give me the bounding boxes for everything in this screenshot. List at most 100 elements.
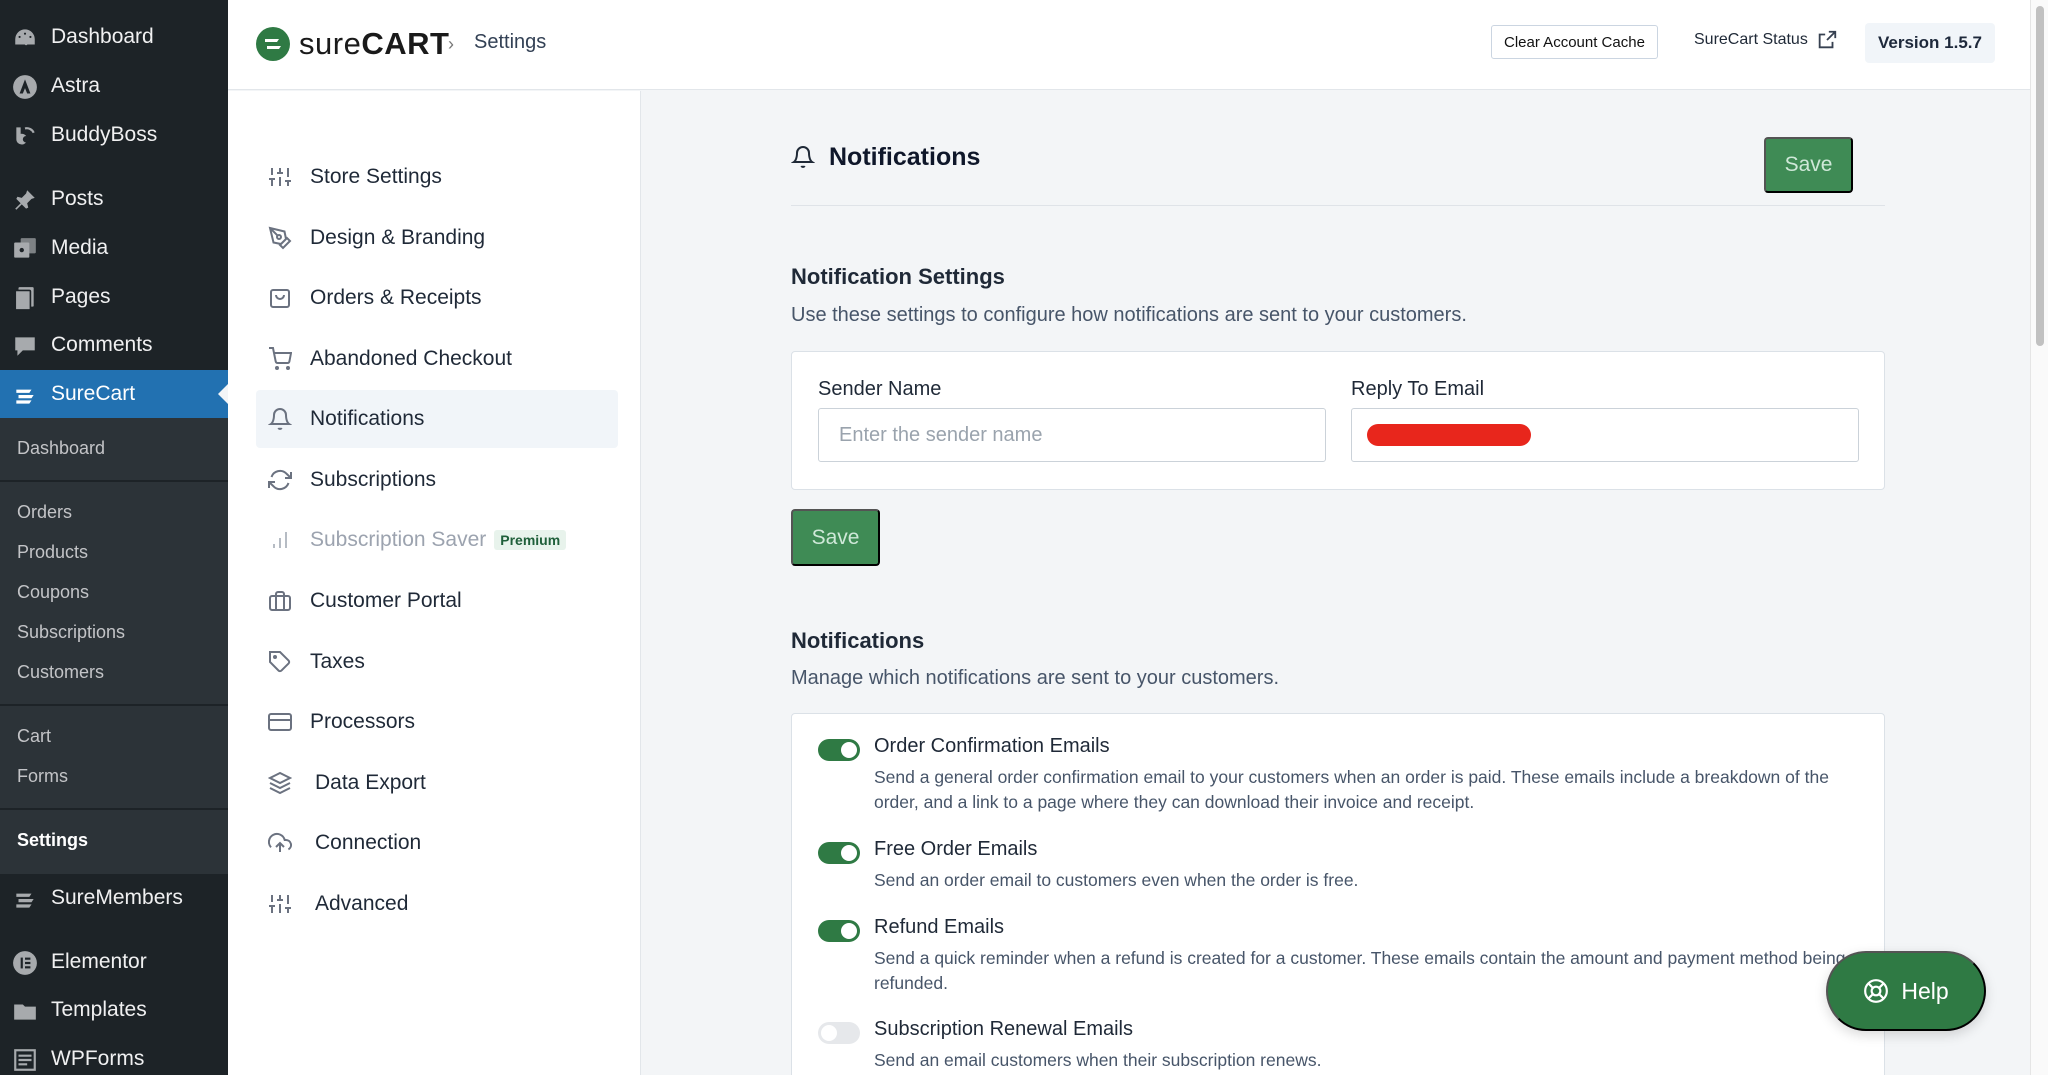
settings-nav-notifications[interactable]: Notifications [256,390,618,448]
wp-menu-label: Posts [51,187,104,210]
wp-menu-surecart[interactable]: SureCart [0,370,228,418]
comment-icon [15,337,35,356]
wp-submenu-coupons[interactable]: Coupons [17,582,89,603]
status-link-label: SureCart Status [1694,31,1808,48]
settings-nav-label: Notifications [310,407,425,430]
breadcrumb[interactable]: Settings [474,31,546,54]
briefcase-icon [269,591,291,611]
settings-nav-design-branding[interactable]: Design & Branding [256,209,618,267]
pages-icon [14,287,34,311]
clear-account-cache-button[interactable]: Clear Account Cache [1491,25,1658,59]
wp-submenu-dashboard[interactable]: Dashboard [17,438,105,459]
settings-nav-advanced[interactable]: Advanced [256,875,618,933]
page-scrollbar[interactable] [2030,0,2048,1075]
surecart-logo-icon [256,27,290,61]
pin-icon [15,190,35,210]
notification-description: Send a general order confirmation email … [874,767,1829,812]
save-button[interactable]: Save [791,509,880,566]
settings-nav-connection[interactable]: Connection [256,814,618,872]
wp-submenu-forms[interactable]: Forms [17,766,68,787]
wp-menu-templates[interactable]: Templates [0,986,228,1034]
settings-nav-label: Abandoned Checkout [310,347,512,370]
folder-icon [14,1004,36,1020]
settings-nav-label: Customer Portal [310,589,462,612]
wp-menu-label: Templates [51,998,147,1021]
subscription-renewal-toggle[interactable] [818,1022,860,1044]
settings-nav-taxes[interactable]: Taxes [256,633,618,691]
tag-icon [269,651,291,673]
wp-menu-label: Elementor [51,950,147,973]
cart-icon [269,347,292,370]
settings-nav-orders-receipts[interactable]: Orders & Receipts [256,269,618,327]
wp-submenu-cart[interactable]: Cart [17,726,51,747]
surecart-status-link[interactable]: SureCart Status [1694,29,1838,51]
wp-menu-label: Comments [51,333,153,356]
settings-nav-processors[interactable]: Processors [256,693,618,751]
wp-menu-label: Media [51,236,109,259]
scrollbar-thumb[interactable] [2036,6,2044,346]
save-button-top[interactable]: Save [1764,137,1853,193]
notification-description: Send an order email to customers even wh… [874,870,1359,890]
notification-title: Order Confirmation Emails [874,735,1110,757]
wp-submenu-settings[interactable]: Settings [17,830,88,851]
refresh-icon [268,469,292,491]
reply-to-email-label: Reply To Email [1351,378,1485,400]
reply-to-email-input[interactable] [1351,408,1859,462]
external-link-icon [1818,30,1836,49]
order-confirmation-toggle[interactable] [818,739,860,761]
bag-icon [270,289,290,308]
wp-submenu-customers[interactable]: Customers [17,662,104,683]
wp-menu-posts[interactable]: Posts [0,175,228,223]
wp-admin-sidebar: Dashboard Astra BuddyBoss Posts Media Pa… [0,0,228,1075]
settings-nav-label: Subscription Saver Premium [310,528,567,552]
sliders-icon [269,168,291,186]
help-button[interactable]: Help [1826,951,1986,1031]
notification-title: Free Order Emails [874,838,1038,860]
brand-name-bold: CART [361,26,450,61]
page-header: Notifications [791,137,1885,206]
layers-icon [268,771,292,795]
wp-menu-elementor[interactable]: Elementor [0,938,228,986]
settings-nav-label: Design & Branding [310,226,486,249]
settings-nav-data-export[interactable]: Data Export [256,754,618,812]
wp-menu-astra[interactable]: Astra [0,62,228,110]
wp-menu-buddyboss[interactable]: BuddyBoss [0,111,228,159]
brand-name-light: sure [299,26,362,61]
notifications-title: Notifications [791,628,925,653]
settings-nav-label: Data Export [315,771,426,794]
sender-name-input[interactable]: Enter the sender name [818,408,1326,462]
credit-card-icon [268,713,292,731]
settings-nav-subscription-saver[interactable]: Subscription Saver Premium [256,511,618,569]
divider [0,704,228,706]
wp-menu-label: Dashboard [51,25,154,48]
wp-menu-wpforms[interactable]: WPForms [0,1035,228,1075]
brand-name: sureCART [299,26,449,62]
settings-nav-label: Advanced [315,892,409,915]
suremembers-icon [16,893,34,908]
wp-menu-label: SureMembers [51,886,183,909]
surecart-logo[interactable]: sureCART [256,26,449,62]
settings-nav-abandoned-checkout[interactable]: Abandoned Checkout [256,330,618,388]
wp-menu-pages[interactable]: Pages [0,273,228,321]
refund-emails-toggle[interactable] [818,920,860,942]
settings-nav-subscriptions[interactable]: Subscriptions [256,451,618,509]
wp-menu-comments[interactable]: Comments [0,321,228,369]
wp-submenu-products[interactable]: Products [17,542,88,563]
forms-icon [14,1049,36,1071]
chevron-right-icon: › [448,34,454,54]
elementor-icon [13,951,37,975]
settings-nav-store-settings[interactable]: Store Settings [256,148,618,206]
main-content: Notifications Save Notification Settings… [642,91,2030,1075]
wp-menu-suremembers[interactable]: SureMembers [0,874,228,922]
settings-nav-customer-portal[interactable]: Customer Portal [256,572,618,630]
bell-icon [791,146,815,168]
wp-submenu: Dashboard Orders Products Coupons Subscr… [0,418,228,874]
settings-nav-label: Processors [310,710,416,733]
buddyboss-icon [16,127,35,145]
sliders-icon [269,895,291,913]
wp-menu-media[interactable]: Media [0,224,228,272]
wp-menu-dashboard[interactable]: Dashboard [0,13,228,61]
free-order-toggle[interactable] [818,842,860,864]
wp-submenu-orders[interactable]: Orders [17,502,72,523]
wp-submenu-subscriptions[interactable]: Subscriptions [17,622,125,643]
